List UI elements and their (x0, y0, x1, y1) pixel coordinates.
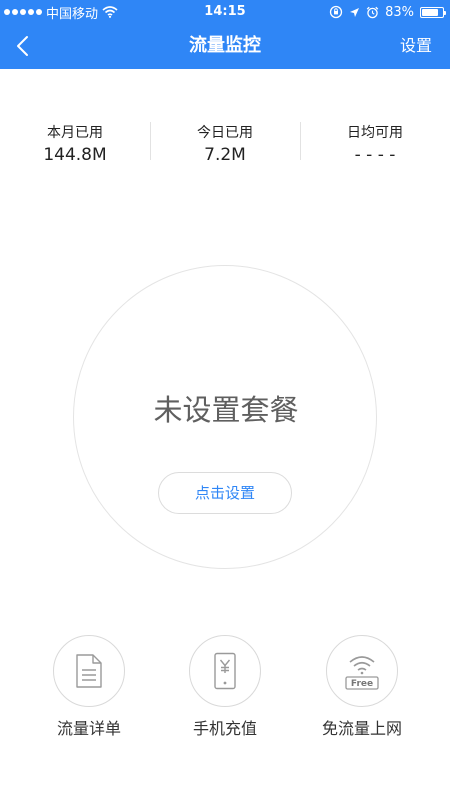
action-traffic-details[interactable]: 流量详单 (19, 635, 159, 740)
stat-daily-available: 日均可用 - - - - (300, 118, 450, 168)
action-bar: 流量详单 手机充值 Free 免流量上网 (0, 635, 450, 745)
phone-yuan-icon (214, 652, 236, 690)
usage-stats: 本月已用 144.8M 今日已用 7.2M 日均可用 - - - - (0, 118, 450, 168)
status-bar: 中国移动 14:15 83% (0, 0, 450, 24)
page-title: 流量监控 (189, 35, 261, 56)
setup-plan-button[interactable]: 点击设置 (158, 472, 292, 514)
action-label: 免流量上网 (321, 719, 402, 738)
action-phone-recharge[interactable]: 手机充值 (155, 635, 295, 740)
rotation-lock-icon (329, 5, 343, 19)
action-free-wifi[interactable]: Free 免流量上网 (292, 635, 432, 740)
nav-bar: 流量监控 设置 (0, 24, 450, 69)
battery-level (422, 8, 439, 16)
document-icon (76, 654, 102, 688)
stat-label: 本月已用 (47, 125, 103, 141)
stat-label: 日均可用 (347, 125, 403, 141)
stat-value: 7.2M (204, 145, 246, 165)
action-icon-circle (189, 635, 261, 707)
settings-button[interactable]: 设置 (400, 34, 432, 58)
app-header: 中国移动 14:15 83% 流量监控 设置 (0, 0, 450, 69)
action-label: 手机充值 (192, 719, 257, 738)
action-icon-circle: Free (326, 635, 398, 707)
stat-value: 144.8M (43, 145, 107, 165)
status-right: 83% (329, 3, 446, 21)
plan-circle: 未设置套餐 点击设置 (73, 265, 377, 569)
location-icon (350, 7, 360, 17)
action-label: 流量详单 (56, 719, 121, 738)
alarm-icon (366, 6, 379, 18)
battery-percent: 83% (385, 4, 414, 20)
battery-icon (420, 6, 446, 18)
stat-label: 今日已用 (197, 125, 253, 141)
stat-value: - - - - (354, 145, 396, 165)
free-wifi-icon: Free (345, 656, 379, 690)
plan-status-text: 未设置套餐 (153, 393, 299, 427)
action-icon-circle (53, 635, 125, 707)
free-badge-text: Free (351, 679, 373, 689)
stat-month-used: 本月已用 144.8M (0, 118, 150, 168)
stat-today-used: 今日已用 7.2M (150, 118, 300, 168)
